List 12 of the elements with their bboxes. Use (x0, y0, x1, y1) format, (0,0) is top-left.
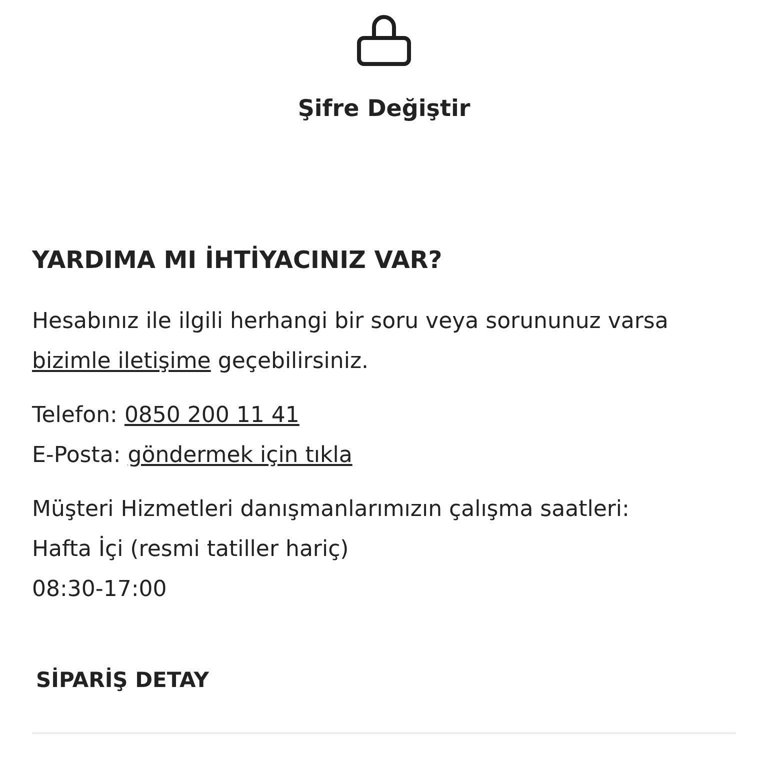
contact-us-link[interactable]: bizimle iletişime (32, 349, 211, 374)
help-heading: YARDIMA MI İHTİYACINIZ VAR? (32, 246, 444, 274)
hours-text: Müşteri Hizmetleri danışmanlarımızın çalışma saatleri: (32, 496, 630, 524)
hours-text: 08:30-17:00 (32, 576, 168, 604)
contact-link[interactable]: 0850 200 11 41 (124, 403, 300, 428)
contact-line: Telefon: 0850 200 11 41 (32, 402, 300, 430)
change-password-link[interactable]: Şifre Değiştir (298, 96, 470, 122)
contact-link[interactable]: göndermek için tıkla (128, 443, 352, 468)
hours-text: Hafta İçi (resmi tatiller hariç) (32, 534, 350, 564)
order-detail-heading[interactable]: SİPARİŞ DETAY (36, 668, 736, 692)
contact-line: E-Posta: göndermek için tıkla (32, 442, 354, 470)
help-text: Hesabınız ile ilgili herhangi bir soru veya sorununuz varsa bizimle iletişime geçebilirsiniz. (32, 308, 670, 376)
